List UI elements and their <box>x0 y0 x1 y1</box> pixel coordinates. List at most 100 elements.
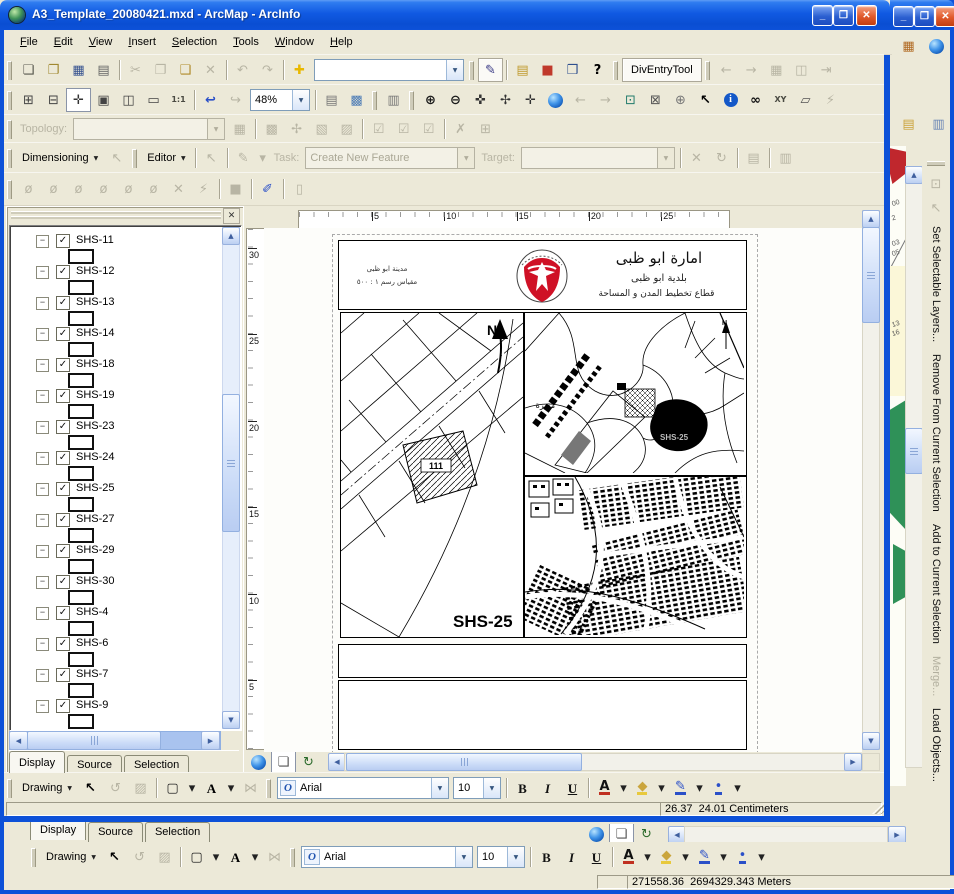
layer-visibility-checkbox[interactable]: ✓ <box>56 265 70 279</box>
layer-symbol-swatch[interactable] <box>68 249 94 264</box>
layer-name[interactable]: SHS-19 <box>76 389 115 401</box>
select-elements-button[interactable]: ↖ <box>78 776 103 800</box>
add-data-button[interactable]: ✚ <box>287 58 312 82</box>
expand-collapse-toggle[interactable]: − <box>36 576 49 589</box>
layer-symbol-swatch[interactable] <box>68 404 94 419</box>
toc-drag-handle[interactable] <box>11 211 221 221</box>
bold-button[interactable]: B <box>534 845 559 869</box>
zoom-page-width-button[interactable]: ◫ <box>116 88 141 112</box>
combo-dropdown-arrow[interactable]: ▼ <box>431 778 448 798</box>
toggle-draft-mode-button[interactable]: ▤ <box>319 88 344 112</box>
expand-collapse-toggle[interactable]: − <box>36 669 49 682</box>
set-selectable-layers-button[interactable]: Set Selectable Layers... <box>930 226 942 342</box>
font-name-combo[interactable]: OArial▼ <box>277 777 449 799</box>
expand-collapse-toggle[interactable]: − <box>36 235 49 248</box>
menu-insert[interactable]: Insert <box>120 32 164 52</box>
layer-symbol-swatch[interactable] <box>68 590 94 605</box>
expand-collapse-toggle[interactable]: − <box>36 483 49 496</box>
expand-collapse-toggle[interactable]: − <box>36 545 49 558</box>
font-name-combo[interactable]: OArial▼ <box>301 846 473 868</box>
maximize-button[interactable]: ❐ <box>833 5 854 26</box>
shape-dropdown[interactable]: ▾ <box>209 845 223 869</box>
font-size-combo[interactable]: 10▼ <box>477 846 525 868</box>
find-button[interactable]: ∞ <box>743 88 768 112</box>
fill-color-dropdown[interactable]: ▾ <box>679 845 692 869</box>
paste-button[interactable]: ❑ <box>173 58 198 82</box>
background-globe-icon[interactable]: ● <box>924 34 949 58</box>
layer-symbol-swatch[interactable] <box>68 466 94 481</box>
italic-button[interactable]: I <box>535 776 560 800</box>
combo-dropdown-arrow[interactable]: ▼ <box>446 60 463 80</box>
menu-help[interactable]: Help <box>322 32 361 52</box>
close-button[interactable]: ✕ <box>856 5 877 26</box>
drawing-menu[interactable]: Drawing▼ <box>16 777 78 799</box>
div-entry-tool-button[interactable]: DivEntryTool <box>622 58 702 82</box>
minimize-button[interactable]: _ <box>812 5 833 26</box>
expand-collapse-toggle[interactable]: − <box>36 328 49 341</box>
resize-grip[interactable] <box>872 802 884 814</box>
refresh-view-button[interactable]: ↻ <box>296 752 321 772</box>
menu-tools[interactable]: Tools <box>225 32 267 52</box>
expand-collapse-toggle[interactable]: − <box>36 514 49 527</box>
select-features-button[interactable]: ⊡ <box>618 88 643 112</box>
dimension-edit-button[interactable]: ✐ <box>255 177 280 201</box>
text-tool-button[interactable]: A <box>223 845 248 869</box>
layer-name[interactable]: SHS-29 <box>76 544 115 556</box>
background-tab-selection[interactable]: Selection <box>145 822 210 842</box>
layer-name[interactable]: SHS-7 <box>76 668 108 680</box>
layer-visibility-checkbox[interactable]: ✓ <box>56 544 70 558</box>
layer-visibility-checkbox[interactable]: ✓ <box>56 327 70 341</box>
layer-symbol-swatch[interactable] <box>68 714 94 729</box>
zoom-out-button[interactable]: ⊖ <box>443 88 468 112</box>
background-minimize-button[interactable]: _ <box>893 6 914 27</box>
zoom-out-page-button[interactable]: ⊟ <box>41 88 66 112</box>
combo-dropdown-arrow[interactable]: ▼ <box>292 90 309 110</box>
open-button[interactable]: ❐ <box>41 58 66 82</box>
marker-color-button[interactable]: • <box>706 776 731 800</box>
layer-symbol-swatch[interactable] <box>68 621 94 636</box>
text-dropdown[interactable]: ▾ <box>248 845 262 869</box>
toc-scroll-right-button[interactable]: ▶ <box>201 731 220 750</box>
load-objects-button[interactable]: Load Objects... <box>930 708 942 782</box>
marker-color-dropdown[interactable]: ▾ <box>755 845 768 869</box>
layer-name[interactable]: SHS-12 <box>76 265 115 277</box>
underline-button[interactable]: U <box>584 845 609 869</box>
measure-button[interactable]: ▱ <box>793 88 818 112</box>
layer-symbol-swatch[interactable] <box>68 497 94 512</box>
layer-visibility-checkbox[interactable]: ✓ <box>56 234 70 248</box>
layer-symbol-swatch[interactable] <box>68 373 94 388</box>
layer-visibility-checkbox[interactable]: ✓ <box>56 668 70 682</box>
zoom-in-button[interactable]: ⊕ <box>418 88 443 112</box>
toc-scrollbar-thumb[interactable] <box>222 394 240 532</box>
layer-visibility-checkbox[interactable]: ✓ <box>56 699 70 713</box>
toc-scroll-down-button[interactable]: ▼ <box>222 711 240 729</box>
remove-from-current-selection-button[interactable]: Remove From Current Selection <box>930 354 942 512</box>
background-table-icon[interactable]: ▥ <box>926 112 951 136</box>
background-close-button[interactable]: ✕ <box>935 6 954 27</box>
fill-color-button[interactable]: ◆ <box>654 845 679 869</box>
layer-name[interactable]: SHS-4 <box>76 606 108 618</box>
toc-hscrollbar-thumb[interactable] <box>27 731 161 750</box>
layer-name[interactable]: SHS-23 <box>76 420 115 432</box>
layout-hscrollbar-thumb[interactable] <box>346 753 582 771</box>
layer-symbol-swatch[interactable] <box>68 528 94 543</box>
drawing-menu[interactable]: Drawing▼ <box>40 846 102 868</box>
fill-color-dropdown[interactable]: ▾ <box>655 776 668 800</box>
new-map-button[interactable]: ❏ <box>16 58 41 82</box>
zoom-to-selected-button[interactable]: ⊕ <box>668 88 693 112</box>
go-to-xy-button[interactable]: XY <box>768 88 793 112</box>
print-button[interactable]: ▤ <box>91 58 116 82</box>
menu-selection[interactable]: Selection <box>164 32 225 52</box>
change-layout-button[interactable]: ▥ <box>381 88 406 112</box>
layer-symbol-swatch[interactable] <box>68 311 94 326</box>
layout-view-button[interactable]: ❏ <box>609 824 634 844</box>
text-tool-button[interactable]: A <box>199 776 224 800</box>
menu-window[interactable]: Window <box>267 32 322 52</box>
arctoolbox-button[interactable]: ■ <box>535 58 560 82</box>
layer-visibility-checkbox[interactable]: ✓ <box>56 358 70 372</box>
shape-dropdown[interactable]: ▾ <box>185 776 199 800</box>
expand-collapse-toggle[interactable]: − <box>36 390 49 403</box>
titlebar[interactable]: A3_Template_20080421.mxd - ArcMap - ArcI… <box>0 0 890 30</box>
text-dropdown[interactable]: ▾ <box>224 776 238 800</box>
layer-symbol-swatch[interactable] <box>68 342 94 357</box>
